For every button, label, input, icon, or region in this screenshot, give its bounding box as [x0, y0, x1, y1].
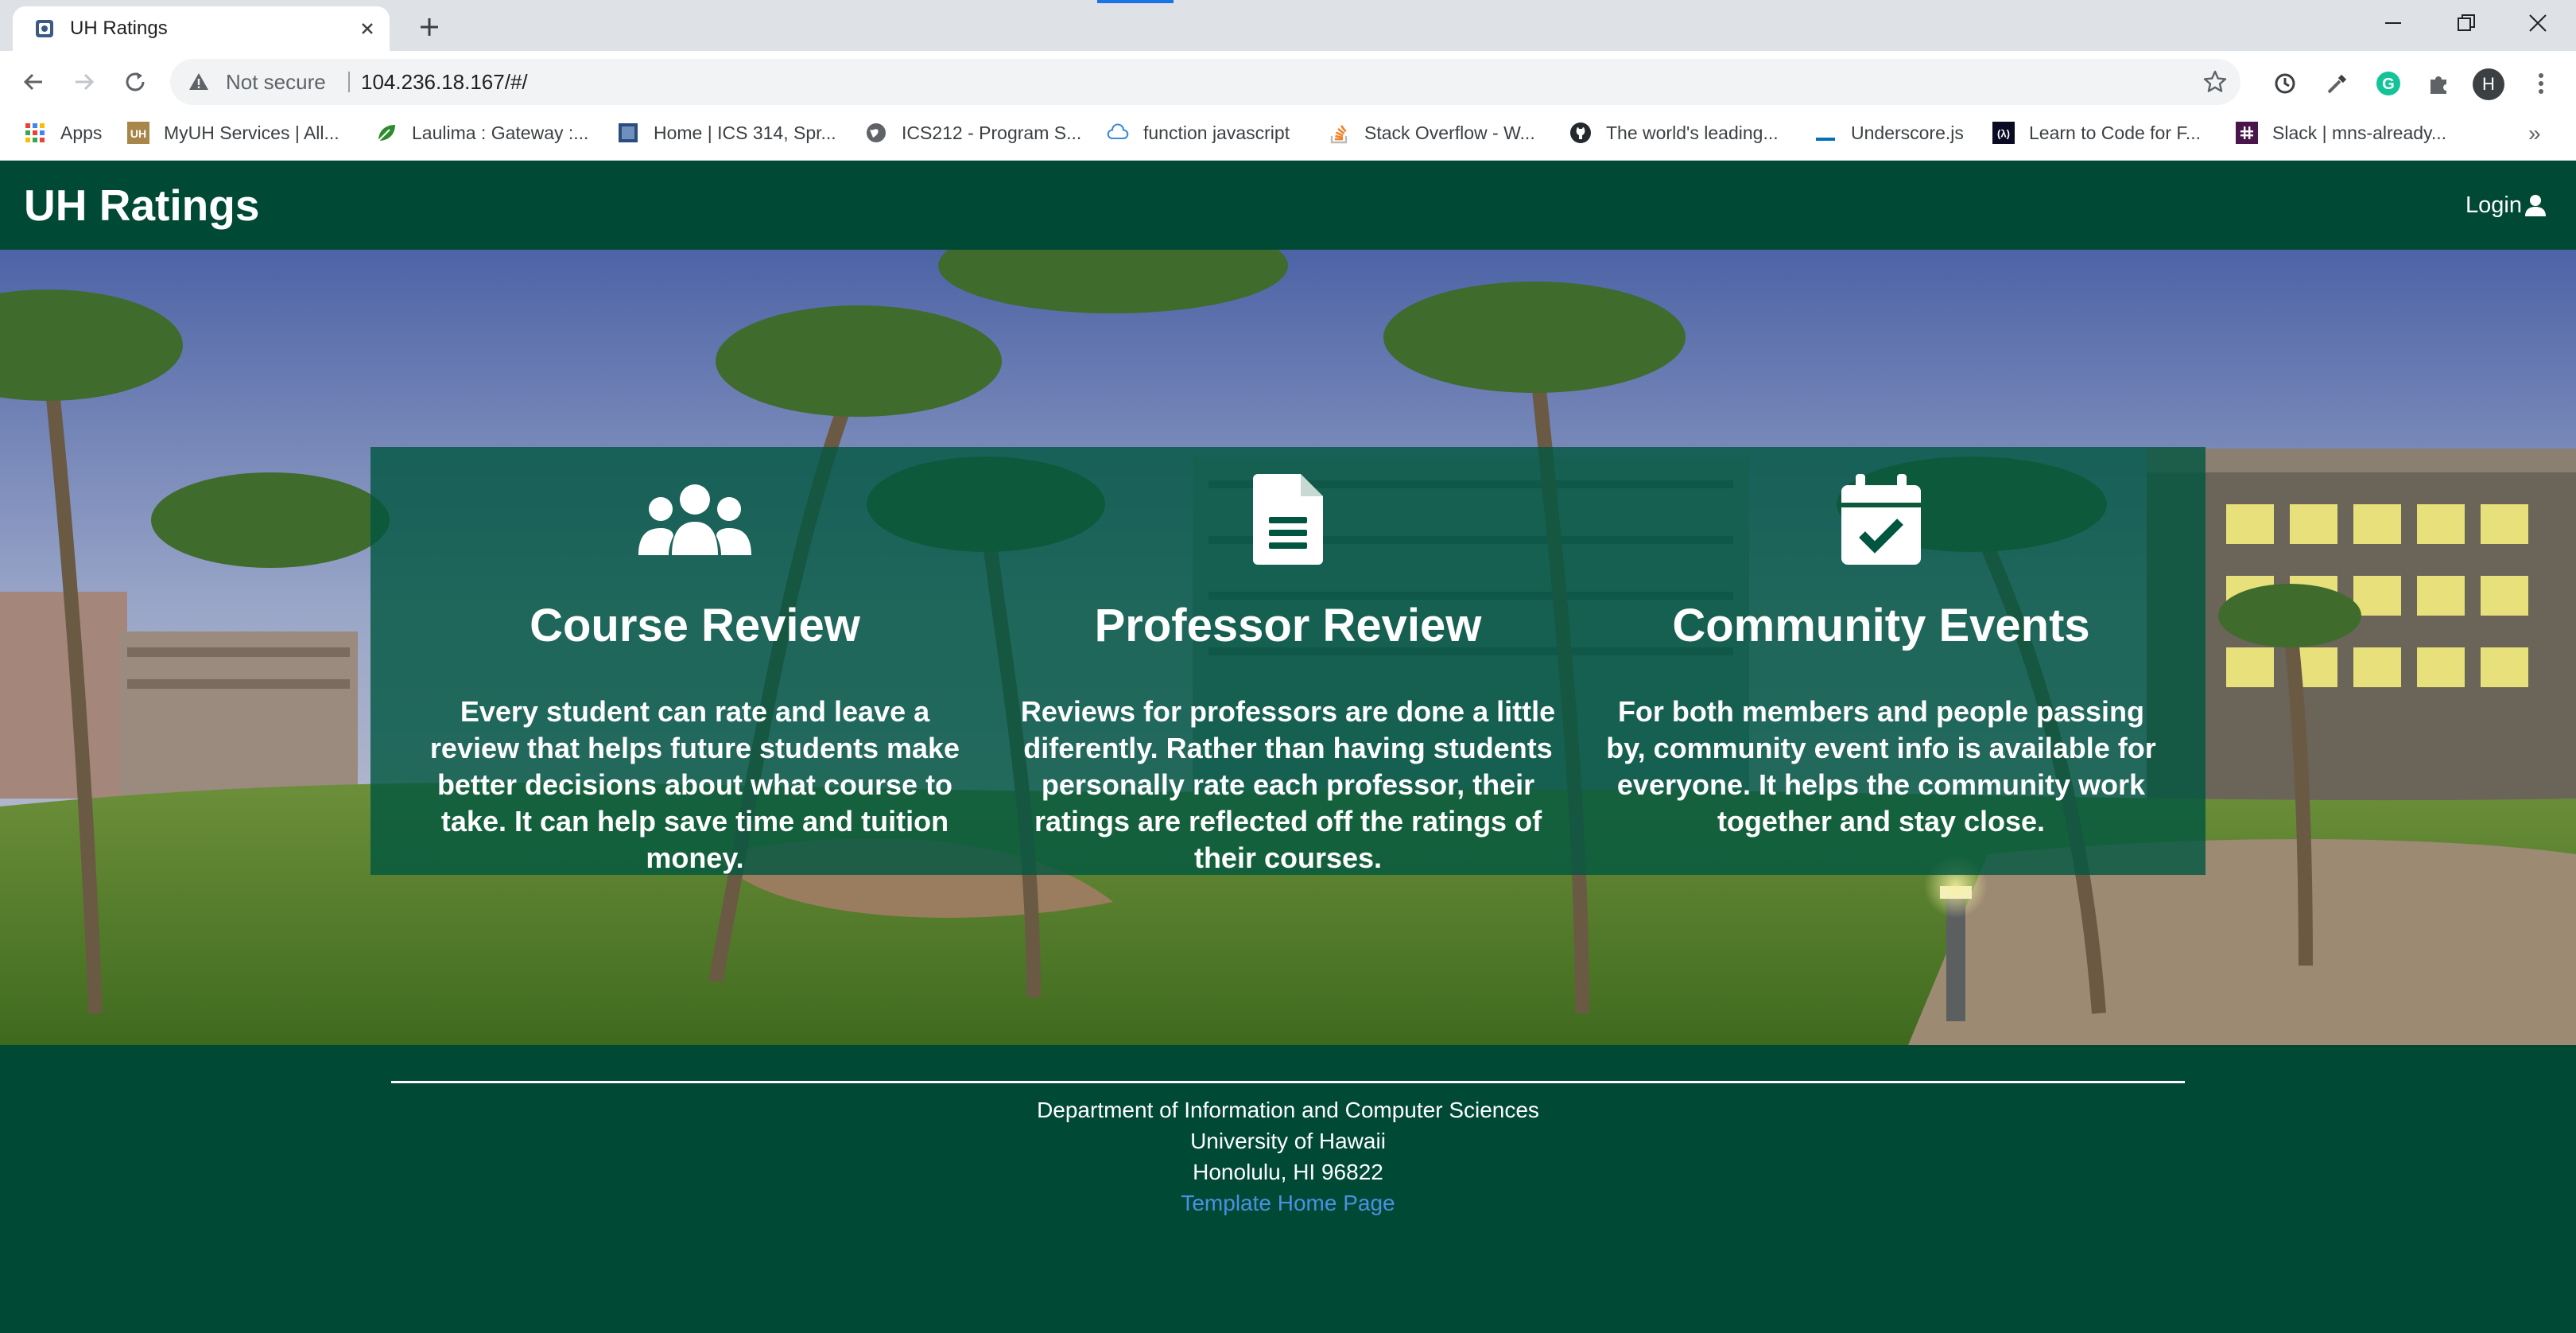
- site-favicon-icon: [33, 17, 56, 40]
- slack-icon: [2236, 122, 2258, 144]
- restore-icon[interactable]: [2442, 3, 2490, 43]
- cloud-icon: [1107, 122, 1129, 144]
- sync-extension-icon[interactable]: [2269, 68, 2301, 99]
- svg-text:(λ): (λ): [1997, 128, 2010, 140]
- underscore-icon: [1814, 122, 1837, 144]
- bookmark-github[interactable]: The world's leading...: [1569, 113, 1779, 153]
- feature-professor-review: Professor Review Reviews for professors …: [994, 447, 1582, 875]
- bookmark-star-icon[interactable]: [2202, 69, 2228, 95]
- site-navbar: UH Ratings Login: [0, 161, 2576, 250]
- browser-menu-icon[interactable]: [2525, 68, 2557, 99]
- bookmark-label: Underscore.js: [1851, 122, 1964, 143]
- svg-text:G: G: [2382, 76, 2395, 93]
- site-brand[interactable]: UH Ratings: [24, 161, 259, 250]
- address-bar[interactable]: Not secure 104.236.18.167/#/: [170, 59, 2240, 105]
- warning-icon[interactable]: [188, 71, 210, 93]
- bookmark-laulima[interactable]: Laulima : Gateway :...: [375, 113, 588, 153]
- bookmark-label: The world's leading...: [1606, 122, 1779, 143]
- tab-title: UH Ratings: [70, 17, 168, 39]
- browser-toolbar: Not secure 104.236.18.167/#/ G H: [0, 51, 2576, 113]
- freecodecamp-icon: (λ): [1992, 122, 2015, 144]
- feature-description: Every student can rate and leave a revie…: [429, 695, 960, 874]
- bookmark-label: ICS212 - Program S...: [902, 122, 1082, 143]
- footer-university: University of Hawaii: [1190, 1129, 1386, 1153]
- eyedropper-extension-icon[interactable]: [2322, 68, 2353, 99]
- bookmark-label: function javascript: [1143, 122, 1290, 143]
- github-icon: [1569, 122, 1592, 144]
- more-bookmarks-button[interactable]: »: [2528, 121, 2541, 146]
- bookmark-ics212[interactable]: ICS212 - Program S...: [865, 113, 1081, 153]
- bookmark-stackoverflow[interactable]: Stack Overflow - W...: [1328, 113, 1535, 153]
- bookmarks-bar: Apps UH MyUH Services | All... Laulima :…: [0, 113, 2576, 161]
- grammarly-extension-icon[interactable]: G: [2372, 68, 2404, 99]
- login-label: Login: [2465, 192, 2522, 218]
- footer-link-row: Template Home Page: [0, 1187, 2576, 1219]
- bookmark-underscore[interactable]: Underscore.js: [1814, 113, 1964, 153]
- bookmark-slack[interactable]: Slack | mns-already...: [2236, 113, 2446, 153]
- feature-title: Course Review: [530, 600, 860, 651]
- bookmark-apps[interactable]: Apps: [24, 113, 102, 153]
- browser-tab[interactable]: UH Ratings: [13, 6, 390, 51]
- features-panel: Course Review Every student can rate and…: [370, 447, 2206, 875]
- browser-chrome: UH Ratings Not secure 104.236.18.167/#/ …: [0, 0, 2576, 161]
- stackoverflow-icon: [1328, 122, 1350, 144]
- footer-divider: [391, 1081, 2185, 1083]
- uh-logo-icon: UH: [127, 122, 149, 144]
- feature-title: Community Events: [1672, 600, 2090, 651]
- extensions-puzzle-icon[interactable]: [2423, 68, 2455, 99]
- feature-title: Professor Review: [1094, 600, 1482, 651]
- bookmark-myuh[interactable]: UH MyUH Services | All...: [127, 113, 339, 153]
- feature-description: Reviews for professors are done a little…: [1020, 695, 1556, 874]
- hero-section: Course Review Every student can rate and…: [0, 250, 2576, 1045]
- forward-icon[interactable]: [67, 64, 102, 99]
- login-button[interactable]: Login: [2465, 161, 2547, 250]
- new-tab-icon[interactable]: [413, 11, 445, 43]
- svg-text:UH: UH: [130, 127, 146, 140]
- close-window-icon[interactable]: [2514, 3, 2562, 43]
- bookmark-label: MyUH Services | All...: [164, 122, 339, 143]
- feature-course-review: Course Review Every student can rate and…: [401, 447, 989, 875]
- url-text[interactable]: 104.236.18.167/#/: [361, 59, 528, 105]
- bookmark-label: Slack | mns-already...: [2272, 122, 2447, 143]
- document-icon: [994, 469, 1582, 569]
- profile-avatar[interactable]: H: [2473, 68, 2504, 100]
- security-status[interactable]: Not secure: [226, 59, 326, 105]
- site-footer: Department of Information and Computer S…: [0, 1045, 2576, 1333]
- calendar-check-icon: [1587, 469, 2175, 569]
- page-icon: [617, 122, 639, 144]
- address-divider: [348, 72, 350, 92]
- tab-strip: UH Ratings: [0, 0, 2576, 51]
- bookmark-ics314[interactable]: Home | ICS 314, Spr...: [617, 113, 836, 153]
- template-home-link[interactable]: Template Home Page: [1181, 1191, 1395, 1215]
- footer-department: Department of Information and Computer S…: [1037, 1098, 1539, 1122]
- bookmark-label: Home | ICS 314, Spr...: [654, 122, 836, 143]
- users-icon: [401, 469, 989, 569]
- bookmark-label: Apps: [60, 122, 103, 143]
- reload-icon[interactable]: [118, 64, 153, 99]
- bookmark-label: Laulima : Gateway :...: [412, 122, 589, 143]
- back-icon[interactable]: [16, 64, 51, 99]
- bookmark-freecodecamp[interactable]: (λ) Learn to Code for F...: [1992, 113, 2201, 153]
- feature-community-events: Community Events For both members and pe…: [1587, 447, 2175, 875]
- apps-grid-icon: [24, 122, 46, 144]
- bookmark-label: Stack Overflow - W...: [1364, 122, 1535, 143]
- footer-address: Honolulu, HI 96822: [1193, 1160, 1383, 1184]
- bookmark-label: Learn to Code for F...: [2029, 122, 2202, 143]
- tab-close-icon[interactable]: [355, 16, 380, 41]
- minimize-icon[interactable]: [2369, 3, 2417, 43]
- user-icon: [2524, 193, 2547, 217]
- leaf-icon: [375, 122, 398, 144]
- loading-indicator: [1097, 0, 1174, 3]
- globe-icon: [865, 122, 887, 144]
- feature-description: For both members and people passing by, …: [1606, 695, 2156, 837]
- bookmark-function-javascript[interactable]: function javascript: [1107, 113, 1290, 153]
